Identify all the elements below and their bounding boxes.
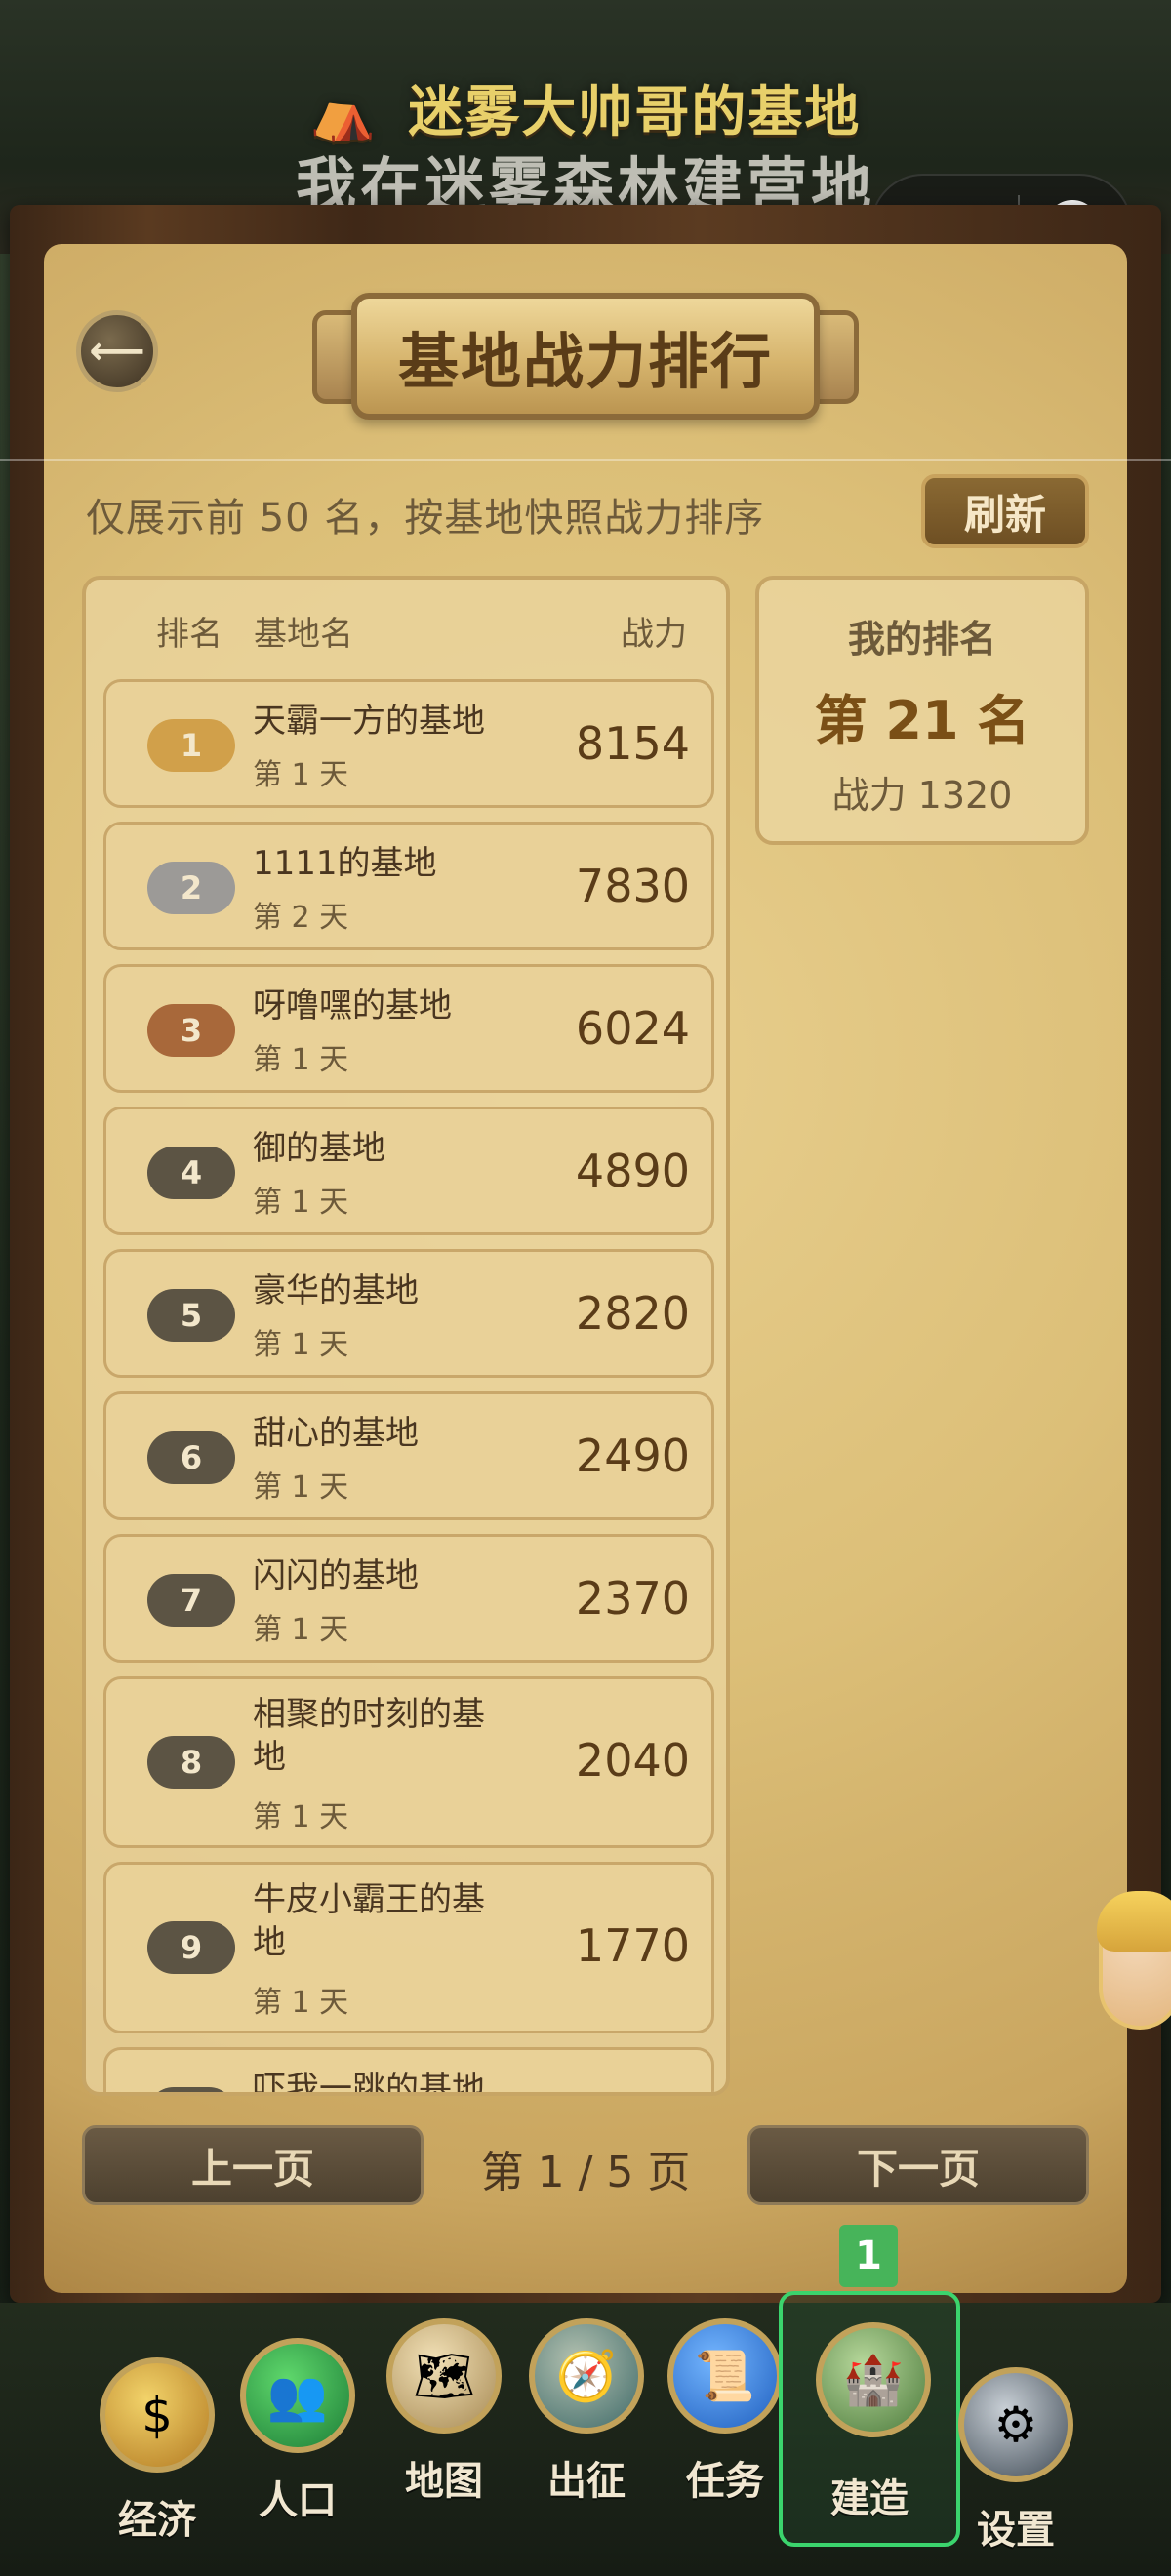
- base-power: 2820: [575, 1287, 690, 1340]
- base-day: 第 1 天: [253, 1043, 349, 1077]
- tent-icon: ⛺: [309, 82, 378, 143]
- nav-label-settings: 设置: [977, 2508, 1055, 2553]
- base-day: 第 1 天: [253, 1613, 349, 1647]
- base-name: 1111的基地: [253, 844, 437, 883]
- rank-badge: 9: [147, 1921, 235, 1974]
- gear-icon: ⚙: [958, 2367, 1073, 2482]
- compass-icon: 🧭: [529, 2318, 644, 2434]
- back-button[interactable]: ⟵: [76, 310, 158, 392]
- base-power: 4890: [575, 1145, 690, 1197]
- my-rank-card: 我的排名 第 21 名 战力 1320: [755, 576, 1089, 845]
- list-header: 排名 基地名 战力: [86, 580, 726, 677]
- rank-badge: 2: [147, 862, 235, 914]
- base-day: 第 2 天: [253, 901, 349, 935]
- base-power: 6024: [575, 1002, 690, 1055]
- base-day: 第 1 天: [253, 1800, 349, 1834]
- base-day: 第 1 天: [253, 1328, 349, 1362]
- base-power: 2370: [575, 1572, 690, 1625]
- people-icon: 👥: [240, 2338, 355, 2453]
- nav-map[interactable]: 🗺 地图: [381, 2283, 507, 2508]
- base-name: 相聚的时刻的基地: [253, 1695, 485, 1777]
- prev-page-button[interactable]: 上一页: [82, 2125, 424, 2205]
- map-icon: 🗺: [386, 2318, 502, 2434]
- rank-badge: 5: [147, 1289, 235, 1342]
- base-day: 第 1 天: [253, 1986, 349, 2020]
- rank-badge: 8: [147, 1736, 235, 1789]
- base-name: 吓我一跳的基地: [253, 2070, 485, 2096]
- rank-badge: 6: [147, 1431, 235, 1484]
- rank-badge: 3: [147, 1004, 235, 1057]
- table-row[interactable]: 1 天霸一方的基地 第 1 天 8154: [103, 679, 714, 808]
- base-power: 1770: [575, 1919, 690, 1972]
- base-name: 甜心的基地: [253, 1414, 419, 1453]
- base-name: 豪华的基地: [253, 1271, 419, 1310]
- scroll-icon: 📜: [667, 2318, 783, 2434]
- header-rank: 排名: [156, 615, 222, 654]
- refresh-button[interactable]: 刷新: [921, 474, 1089, 548]
- back-arrow-icon: ⟵: [89, 329, 145, 374]
- mascot-avatar[interactable]: [1097, 1891, 1171, 2030]
- nav-settings[interactable]: ⚙ 设置: [952, 2332, 1079, 2556]
- table-row[interactable]: 10 吓我一跳的基地: [103, 2047, 714, 2096]
- my-rank-label: 我的排名: [847, 618, 996, 661]
- page-indicator: 第 1 / 5 页: [480, 2148, 691, 2197]
- table-row[interactable]: 3 呀噜嘿的基地 第 1 天 6024: [103, 964, 714, 1093]
- table-row[interactable]: 8 相聚的时刻的基地 第 1 天 2040: [103, 1676, 714, 1848]
- castle-icon: 🏰: [816, 2322, 931, 2437]
- page-title: ⛺ 迷雾大帅哥的基地: [0, 68, 1171, 147]
- base-name: 闪闪的基地: [253, 1556, 419, 1595]
- nav-label-population: 人口: [259, 2478, 337, 2523]
- rank-badge: 4: [147, 1147, 235, 1199]
- page-title-text: 迷雾大帅哥的基地: [408, 81, 862, 144]
- table-row[interactable]: 7 闪闪的基地 第 1 天 2370: [103, 1534, 714, 1663]
- base-name: 牛皮小霸王的基地: [253, 1880, 485, 1962]
- base-power: 7830: [575, 860, 690, 912]
- table-row[interactable]: 2 1111的基地 第 2 天 7830: [103, 822, 714, 950]
- rank-badge: 7: [147, 1574, 235, 1627]
- header-divider: [0, 459, 1171, 461]
- table-row[interactable]: 9 牛皮小霸王的基地 第 1 天 1770: [103, 1862, 714, 2033]
- table-row[interactable]: 4 御的基地 第 1 天 4890: [103, 1107, 714, 1235]
- base-power: 2040: [575, 1734, 690, 1787]
- next-page-button[interactable]: 下一页: [747, 2125, 1089, 2205]
- base-name: 天霸一方的基地: [253, 702, 485, 741]
- rank-badge: 1: [147, 719, 235, 772]
- base-name: 呀噜嘿的基地: [253, 986, 452, 1026]
- nav-population[interactable]: 👥 人口: [234, 2303, 361, 2527]
- header-name: 基地名: [254, 615, 353, 654]
- base-power: 2490: [575, 1429, 690, 1482]
- ranking-list[interactable]: 排名 基地名 战力 1 天霸一方的基地 第 1 天 8154 2 1111的基地…: [82, 576, 730, 2096]
- base-name: 御的基地: [253, 1129, 385, 1168]
- ranking-title: 基地战力排行: [351, 293, 820, 420]
- base-day: 第 1 天: [253, 1470, 349, 1505]
- ranking-note: 仅展示前 50 名，按基地快照战力排序: [86, 496, 765, 541]
- active-tab-badge: 1: [839, 2225, 898, 2287]
- nav-tasks[interactable]: 📜 任务: [662, 2283, 788, 2508]
- base-power: 8154: [575, 717, 690, 770]
- nav-label-tasks: 任务: [686, 2459, 764, 2504]
- table-row[interactable]: 6 甜心的基地 第 1 天 2490: [103, 1391, 714, 1520]
- coin-icon: $: [100, 2357, 215, 2473]
- nav-build[interactable]: 🏰 建造: [779, 2291, 960, 2547]
- table-row[interactable]: 5 豪华的基地 第 1 天 2820: [103, 1249, 714, 1378]
- base-day: 第 1 天: [253, 1186, 349, 1220]
- my-rank-value: 第 21 名: [814, 690, 1030, 751]
- nav-expedition[interactable]: 🧭 出征: [523, 2283, 650, 2508]
- header-power: 战力: [621, 615, 687, 654]
- nav-label-build: 建造: [830, 2476, 909, 2521]
- nav-label-map: 地图: [405, 2459, 483, 2504]
- nav-label-economy: 经济: [118, 2498, 196, 2543]
- base-day: 第 1 天: [253, 758, 349, 792]
- nav-economy[interactable]: $ 经济: [94, 2322, 221, 2547]
- my-power-value: 战力 1320: [831, 774, 1013, 817]
- rank-badge: 10: [147, 2087, 235, 2092]
- nav-label-expedition: 出征: [547, 2459, 626, 2504]
